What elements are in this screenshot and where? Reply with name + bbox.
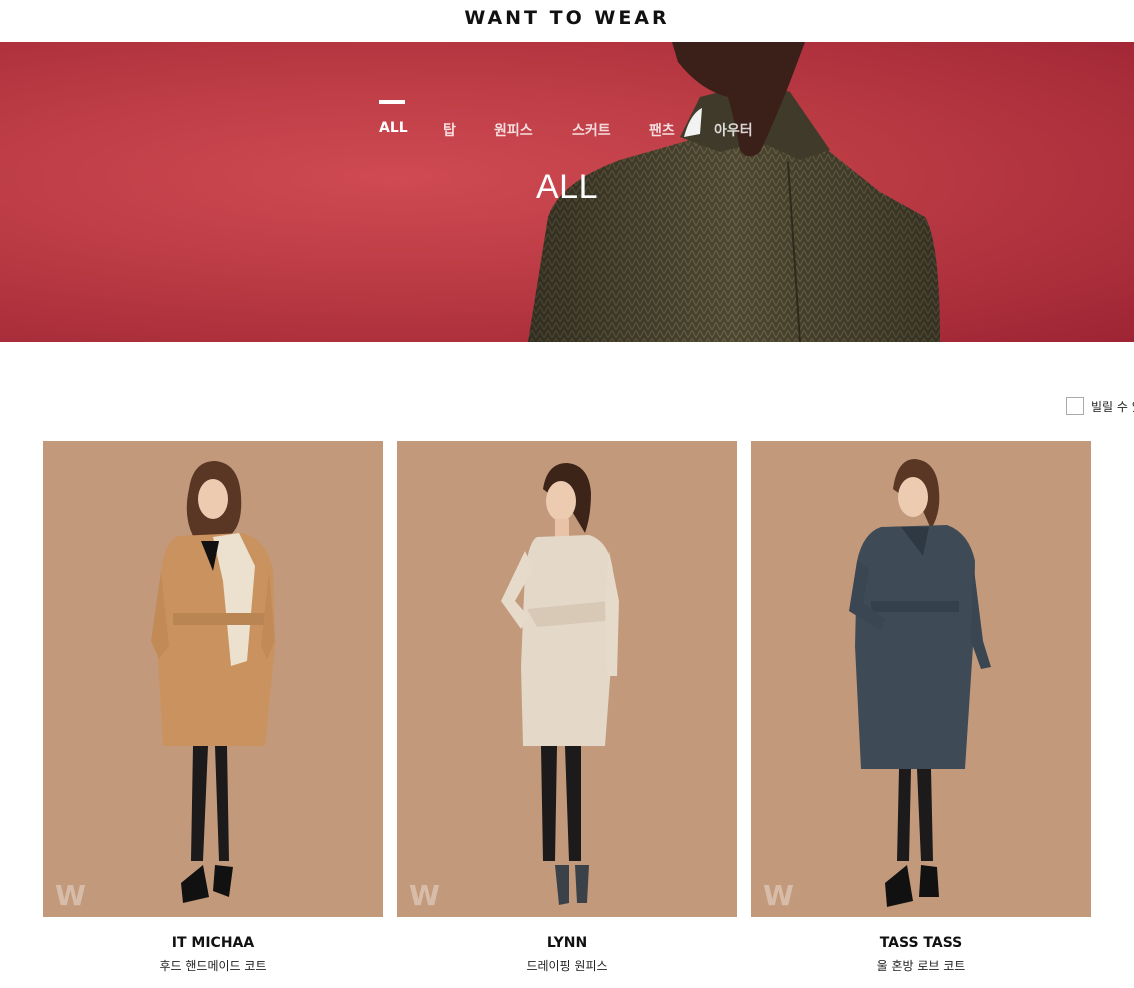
site-header: WANT TO WEAR [0, 0, 1134, 42]
hero-banner: ALL 탑 원피스 스커트 팬츠 아우터 ALL [0, 42, 1134, 342]
model-figure [151, 461, 275, 903]
product-name[interactable]: IT MICHAA [43, 935, 383, 951]
category-nav: ALL 탑 원피스 스커트 팬츠 아우터 [0, 120, 1134, 150]
product-image[interactable]: W [43, 441, 383, 917]
brand-watermark: W [409, 879, 440, 912]
tab-top[interactable]: 탑 [443, 120, 456, 140]
model-figure [501, 463, 619, 905]
product-description: 드레이핑 원피스 [526, 959, 608, 973]
product-card[interactable]: W LYNN 드레이핑 원피스 [397, 441, 737, 986]
tab-pants[interactable]: 팬츠 [649, 120, 675, 140]
brand-logo[interactable]: WANT TO WEAR [0, 7, 1134, 29]
tab-onepiece[interactable]: 원피스 [494, 120, 533, 140]
tab-outer[interactable]: 아우터 [714, 120, 753, 140]
product-card[interactable]: W TASS TASS 울 혼방 로브 코트 [751, 441, 1091, 986]
product-description: 울 혼방 로브 코트 [876, 959, 966, 973]
active-tab-indicator [379, 100, 405, 104]
product-image[interactable]: W [397, 441, 737, 917]
rentable-checkbox[interactable] [1066, 397, 1084, 415]
tab-skirt[interactable]: 스커트 [572, 120, 611, 140]
product-description: 후드 핸드메이드 코트 [159, 959, 267, 973]
page-title: ALL [536, 168, 598, 206]
brand-watermark: W [55, 879, 86, 912]
model-figure [849, 459, 991, 907]
product-name[interactable]: TASS TASS [751, 935, 1091, 951]
rentable-filter-label: 빌릴 수 있 [1091, 400, 1134, 414]
brand-watermark: W [763, 879, 794, 912]
tab-all[interactable]: ALL [379, 120, 408, 136]
product-card[interactable]: W IT MICHAA 후드 핸드메이드 코트 [43, 441, 383, 986]
product-name[interactable]: LYNN [397, 935, 737, 951]
product-image[interactable]: W [751, 441, 1091, 917]
